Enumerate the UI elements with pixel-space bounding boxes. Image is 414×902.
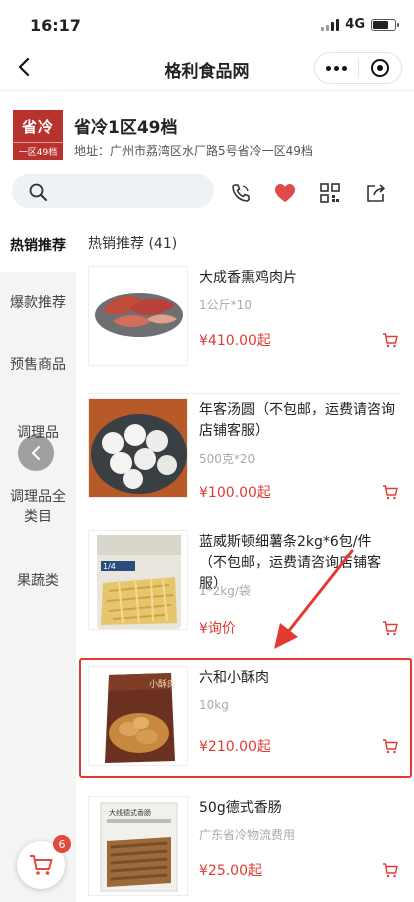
add-to-cart-button[interactable]	[382, 484, 398, 504]
sidebar-item-label: 爆款推荐	[10, 295, 66, 311]
store-address: 地址：广州市荔湾区水厂路5号省冷一区49档	[74, 144, 313, 158]
mini-program-capsule	[314, 52, 402, 84]
product-name: 大成香熏鸡肉片	[199, 270, 297, 286]
product-image-label: 大线德式香肠	[109, 808, 151, 817]
sidebar-item-label: 热销推荐	[10, 238, 66, 254]
product-card[interactable]: 大线德式香肠 50g德式香肠 广东省冷物流费用 ¥25.00起	[76, 792, 414, 902]
add-to-cart-button[interactable]	[382, 862, 398, 882]
highlight-box	[79, 658, 412, 778]
share-icon	[367, 184, 385, 202]
floating-cart-button[interactable]: 6	[17, 835, 71, 889]
sidebar-item-fruit-veg[interactable]: 果蔬类	[0, 550, 76, 612]
product-image-label: 1/4	[103, 562, 116, 571]
heart-icon	[275, 184, 295, 202]
product-spec: 500克*20	[199, 452, 256, 466]
search-icon	[29, 183, 47, 201]
status-bar: 16:17 4G	[0, 0, 414, 44]
favorite-button[interactable]	[273, 181, 297, 205]
product-price: ¥询价	[199, 621, 236, 637]
more-button[interactable]	[315, 65, 358, 71]
product-price: ¥25.00起	[199, 863, 262, 879]
qrcode-icon	[320, 183, 340, 203]
logo-subtext: 一区49档	[13, 142, 63, 158]
product-card[interactable]: 年客汤圆（不包邮，运费请咨询店铺客服） 500克*20 ¥100.00起	[76, 394, 414, 518]
network-type: 4G	[345, 17, 365, 32]
cart-icon	[383, 621, 398, 636]
close-mini-program-button[interactable]	[359, 59, 402, 77]
product-image	[88, 266, 188, 366]
store-name: 省冷1区49档	[74, 118, 178, 138]
product-spec: 1*2kg/袋	[199, 584, 251, 598]
phone-button[interactable]	[229, 181, 253, 205]
sidebar-item-label: 调理品全类目	[10, 489, 66, 525]
battery-icon	[371, 18, 399, 31]
product-card[interactable]: 大成香熏鸡肉片 1公斤*10 ¥410.00起	[76, 262, 414, 394]
product-price: ¥410.00起	[199, 333, 271, 349]
sidebar-item-label: 预售商品	[10, 357, 66, 373]
product-price: ¥100.00起	[199, 485, 271, 501]
logo-text: 省冷	[21, 118, 54, 136]
status-indicators: 4G	[321, 17, 399, 32]
search-input[interactable]	[12, 174, 214, 208]
cart-icon	[383, 333, 398, 348]
store-logo: 省冷 一区49档	[13, 110, 63, 160]
product-spec: 广东省冷物流费用	[199, 828, 296, 842]
share-button[interactable]	[364, 181, 388, 205]
sidebar-item-popular[interactable]: 爆款推荐	[0, 272, 76, 334]
cart-icon	[383, 485, 398, 500]
product-name: 50g德式香肠	[199, 800, 282, 816]
status-time: 16:17	[30, 16, 81, 35]
chevron-left-icon	[32, 446, 40, 460]
annotation-arrow	[274, 549, 354, 649]
cart-icon	[30, 855, 53, 875]
target-icon	[370, 59, 389, 77]
nav-bar: 格利食品网	[0, 44, 414, 90]
category-sidebar: 热销推荐 爆款推荐 预售商品 调理品 调理品全类目 果蔬类	[0, 220, 76, 902]
product-image: 大线德式香肠	[88, 796, 188, 896]
sidebar-item-hot[interactable]: 热销推荐	[0, 220, 76, 272]
sidebar-item-label: 果蔬类	[17, 573, 59, 589]
add-to-cart-button[interactable]	[382, 620, 398, 640]
product-image: 1/4	[88, 530, 188, 630]
product-name: 年客汤圆（不包邮，运费请咨询店铺客服）	[199, 402, 395, 439]
phone-icon	[232, 184, 250, 202]
cart-count-badge: 6	[53, 835, 71, 853]
cart-icon	[383, 863, 398, 878]
store-header: 省冷 一区49档 省冷1区49档 地址：广州市荔湾区水厂路5号省冷一区49档	[0, 90, 414, 220]
product-spec: 1公斤*10	[199, 298, 252, 312]
add-to-cart-button[interactable]	[382, 332, 398, 352]
product-image	[88, 398, 188, 498]
sidebar-item-prepared-all[interactable]: 调理品全类目	[0, 476, 76, 538]
scroll-back-button[interactable]	[18, 435, 54, 471]
section-title: 热销推荐 (41)	[88, 236, 178, 252]
signal-icon	[321, 18, 340, 31]
sidebar-item-presale[interactable]: 预售商品	[0, 334, 76, 396]
qrcode-button[interactable]	[318, 181, 342, 205]
